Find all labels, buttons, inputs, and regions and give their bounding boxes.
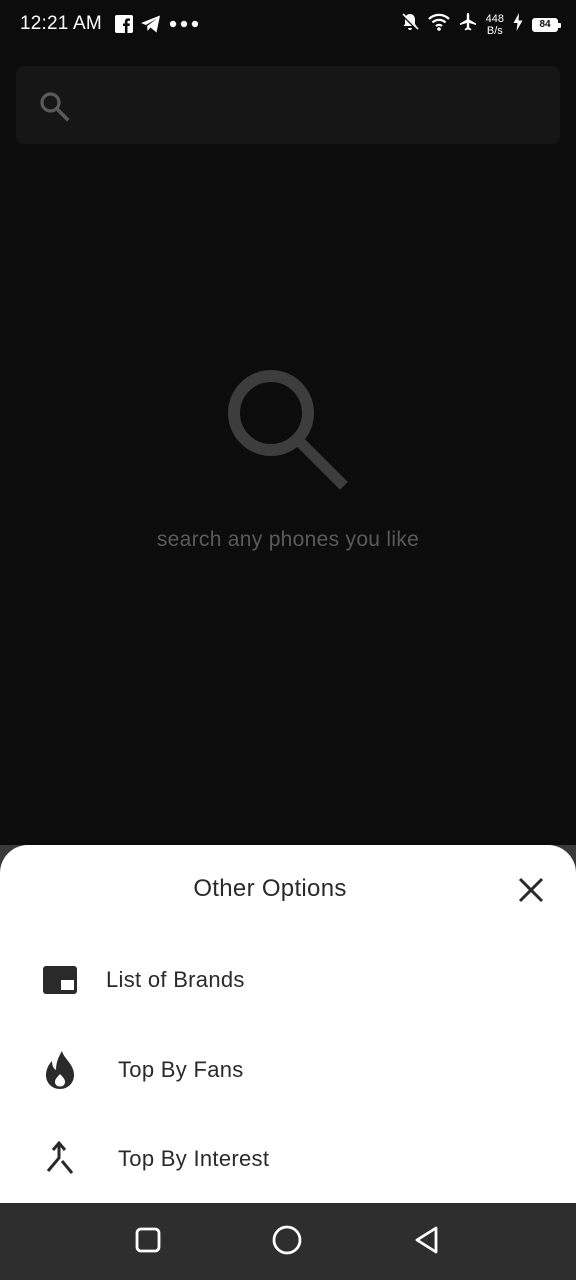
option-label: List of Brands: [106, 967, 245, 992]
network-speed: 448 B/s: [486, 13, 504, 37]
wifi-icon: [427, 12, 450, 37]
option-list-of-brands[interactable]: List of Brands: [0, 945, 576, 1015]
option-top-by-fans[interactable]: Top By Fans: [0, 1035, 576, 1105]
option-top-by-interest[interactable]: Top By Interest: [0, 1124, 576, 1194]
status-bar: 12:21 AM 448 B/s 84: [0, 0, 576, 50]
search-input[interactable]: [92, 84, 546, 128]
close-icon: [518, 877, 544, 908]
empty-state-message: search any phones you like: [156, 528, 420, 551]
network-speed-value: 448: [485, 12, 504, 25]
flame-icon: [42, 1051, 78, 1089]
telegram-icon: [140, 14, 162, 39]
option-label: Top By Interest: [118, 1146, 270, 1171]
recents-button[interactable]: [131, 1225, 165, 1259]
system-navigation-bar: [0, 1203, 576, 1280]
recents-square-icon: [133, 1225, 163, 1260]
status-system-icons: 448 B/s 84: [400, 12, 561, 37]
charging-icon: [512, 12, 524, 37]
picture-in-picture-icon: [42, 962, 78, 998]
search-icon: [38, 90, 70, 127]
battery-indicator: 84: [532, 17, 561, 32]
merge-arrow-icon: [42, 1141, 78, 1177]
status-time: 12:21 AM: [20, 13, 102, 34]
app-screen: 12:21 AM 448 B/s 84 search any phones yo…: [0, 0, 576, 1280]
close-button[interactable]: [512, 873, 550, 911]
back-triangle-icon: [412, 1225, 442, 1260]
home-button[interactable]: [270, 1225, 304, 1259]
back-button[interactable]: [410, 1225, 444, 1259]
airplane-icon: [458, 12, 478, 37]
search-bar[interactable]: [16, 66, 560, 144]
more-dots-icon: [168, 14, 202, 39]
facebook-icon: [114, 14, 134, 39]
bell-off-icon: [400, 12, 420, 37]
home-circle-icon: [271, 1224, 303, 1261]
sheet-title: Other Options: [193, 875, 347, 902]
other-options-sheet: Other Options List of Brands Top By Fans…: [0, 845, 576, 1203]
status-notification-icons: [114, 14, 202, 39]
empty-state-search-icon: [226, 368, 350, 497]
option-label: Top By Fans: [118, 1057, 244, 1082]
network-speed-unit: B/s: [486, 24, 503, 37]
